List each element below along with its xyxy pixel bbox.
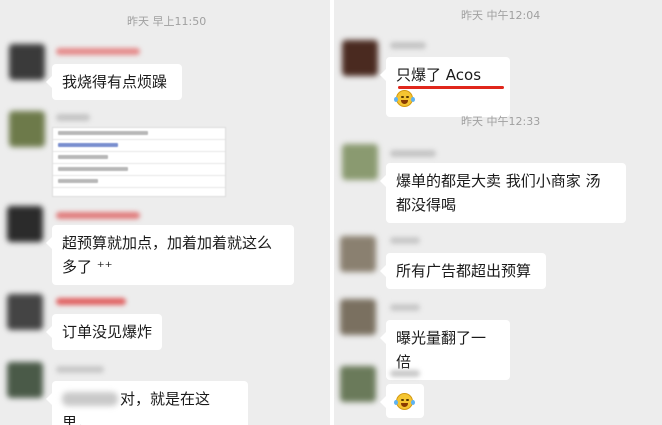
message-text: 只爆了 Acos [396,66,482,84]
message-bubble[interactable]: 所有广告都超出预算 [380,253,546,289]
sender-name [390,237,420,244]
redacted-text [62,392,118,406]
avatar[interactable] [7,294,43,330]
message-text-line: 爆单的都是大卖 我们小商家 汤 [396,172,601,190]
message-bubble[interactable]: 我烧得有点烦躁 [46,64,182,100]
sender-name [390,42,426,49]
highlight-underline [398,86,504,89]
spreadsheet-image[interactable] [52,127,226,197]
avatar[interactable] [9,111,45,147]
message-bubble[interactable]: 对，就是在这里， [46,381,248,425]
sender-name [390,370,420,377]
avatar[interactable] [9,44,45,80]
timestamp: 昨天 中午12:33 [461,115,541,128]
message-text-line: 多了 ⁺⁺ [62,258,113,276]
avatar[interactable] [342,40,378,76]
message-text-line: 超预算就加点，加着加着就这么 [62,234,273,252]
message-text: 所有广告都超出预算 [396,262,532,280]
laughing-with-tears-emoji-icon [394,393,415,410]
message-text-line: 都没得喝 [396,196,457,214]
avatar[interactable] [342,144,378,180]
avatar[interactable] [340,366,376,402]
message-bubble[interactable]: 超预算就加点，加着加着就这么 多了 ⁺⁺ [46,225,294,285]
avatar[interactable] [340,236,376,272]
avatar[interactable] [340,299,376,335]
sender-name [56,298,126,305]
message-bubble[interactable] [380,384,424,418]
message-bubble[interactable]: 订单没见爆炸 [46,314,162,350]
sender-name [56,48,140,55]
timestamp: 昨天 中午12:04 [461,9,541,22]
avatar[interactable] [7,362,43,398]
sender-name [390,150,436,157]
laughing-with-tears-emoji-icon [394,90,415,107]
message-bubble[interactable]: 爆单的都是大卖 我们小商家 汤 都没得喝 [380,163,626,223]
sender-name [56,114,90,121]
sender-name [56,212,140,219]
chat-panel-right: 昨天 中午12:04 只爆了 Acos 昨天 中午12:33 爆单的都是大卖 我… [334,0,662,425]
message-text: 我烧得有点烦躁 [62,73,168,91]
sender-name [390,304,420,311]
timestamp: 昨天 早上11:50 [127,15,207,28]
sender-name [56,366,104,373]
message-text: 曝光量翻了一倍 [396,329,487,371]
chat-panel-left: 昨天 早上11:50 我烧得有点烦躁 超预算就加点，加着加着就这么 多了 ⁺⁺ … [0,0,330,425]
message-text: 订单没见爆炸 [62,323,153,341]
avatar[interactable] [7,206,43,242]
